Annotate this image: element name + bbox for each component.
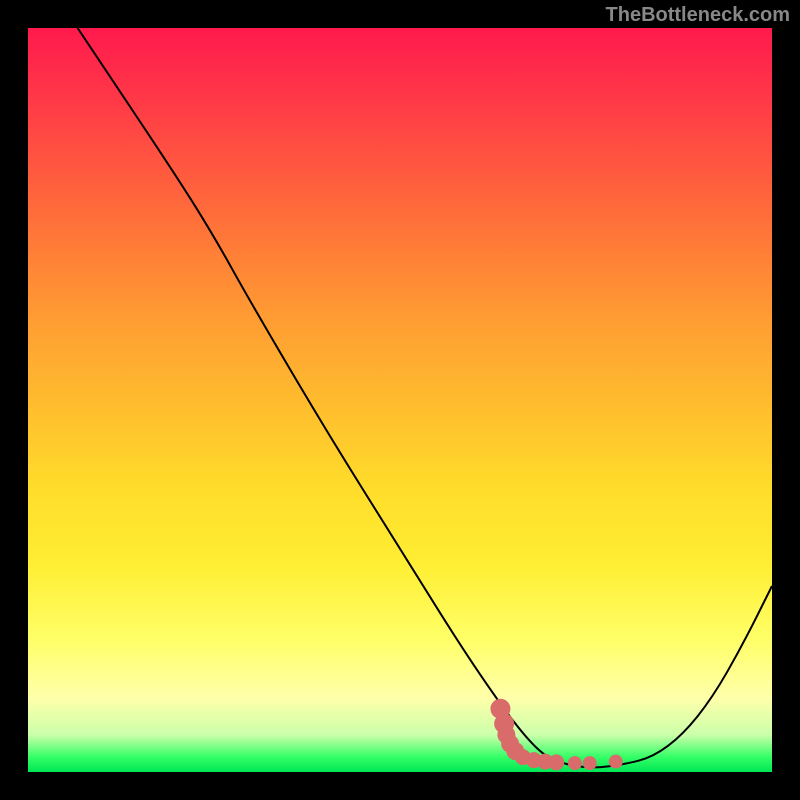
- trend-marker: [548, 754, 564, 770]
- watermark-label: TheBottleneck.com: [606, 4, 790, 27]
- plot-area: [28, 28, 772, 772]
- chart-svg: [28, 28, 772, 772]
- bottleneck-curve: [28, 28, 772, 767]
- trend-marker: [568, 756, 582, 770]
- trend-marker: [583, 756, 597, 770]
- trend-markers: [490, 699, 622, 771]
- trend-marker: [609, 755, 623, 769]
